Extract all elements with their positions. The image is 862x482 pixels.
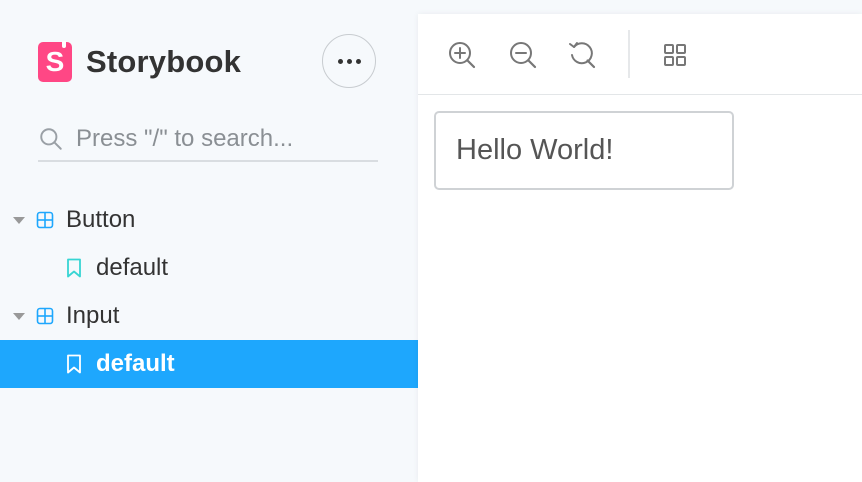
reset-zoom-button[interactable] [565, 38, 599, 72]
brand-name: Storybook [86, 44, 242, 79]
zoom-in-button[interactable] [445, 38, 479, 72]
logo-letter: S [45, 46, 65, 77]
grid-icon [664, 44, 686, 66]
tree-story-input-default[interactable]: default [0, 340, 418, 388]
toolbar-divider [628, 30, 630, 78]
zoom-out-icon [510, 42, 537, 69]
story-tree: Button default Input default [0, 196, 418, 388]
search-icon [40, 128, 62, 150]
bookmark-icon [67, 354, 81, 374]
brand[interactable]: S Storybook [38, 40, 241, 84]
hello-world-input[interactable] [434, 111, 734, 190]
caret-down-icon [13, 217, 25, 224]
tree-story-label: default [96, 350, 175, 377]
zoom-in-icon [449, 42, 476, 69]
sidebar-menu-button[interactable] [322, 34, 376, 88]
tree-story-label: default [96, 254, 169, 281]
ellipsis-icon [336, 58, 363, 64]
storybook-logo-icon: S [38, 41, 72, 82]
preview-panel [418, 14, 862, 482]
search-input[interactable] [76, 125, 366, 153]
tree-component-label: Button [66, 206, 136, 233]
tree-story-button-default[interactable]: default [0, 244, 418, 292]
tree-component-label: Input [66, 302, 120, 329]
reset-zoom-icon [569, 42, 596, 69]
preview-toolbar [418, 14, 862, 95]
search-bar[interactable] [38, 118, 378, 162]
component-icon [36, 307, 54, 325]
tree-component-input[interactable]: Input [0, 292, 418, 340]
zoom-out-button[interactable] [506, 38, 540, 72]
bookmark-icon [67, 258, 81, 278]
component-icon [36, 211, 54, 229]
tree-component-button[interactable]: Button [0, 196, 418, 244]
sidebar: S Storybook Button [0, 0, 418, 482]
caret-down-icon [13, 313, 25, 320]
grid-button[interactable] [658, 38, 692, 72]
